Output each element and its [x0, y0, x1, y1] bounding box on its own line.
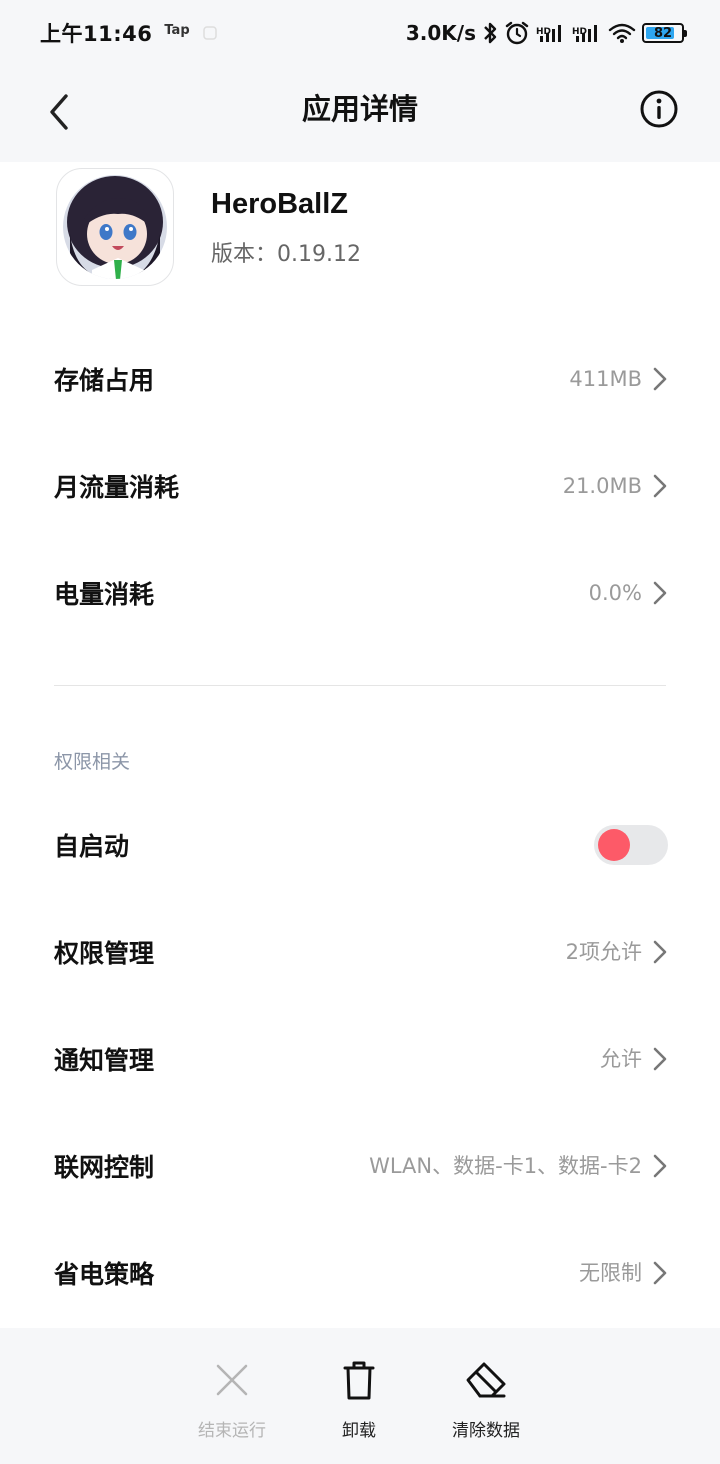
row-value: 允许 [600, 1046, 642, 1071]
chevron-right-icon [653, 1047, 667, 1070]
row-power-saving[interactable]: 省电策略 无限制 [0, 1219, 720, 1326]
status-time: 上午11:46 [40, 22, 153, 46]
battery-level: 82 [653, 25, 673, 41]
row-autostart: 自启动 [0, 791, 720, 898]
row-right: 允许 [600, 1044, 668, 1074]
row-value: 无限制 [579, 1260, 642, 1285]
row-value: WLAN、数据-卡1、数据-卡2 [369, 1153, 642, 1178]
row-value: 0.0% [588, 580, 642, 605]
row-permission-management[interactable]: 权限管理 2项允许 [0, 898, 720, 1005]
app-header: 应用详情 [0, 66, 720, 162]
bottom-action-bar: 结束运行 卸载 清除数据 [0, 1328, 720, 1464]
close-icon [208, 1356, 256, 1404]
chevron-right-icon [653, 1261, 667, 1284]
row-label: 月流量消耗 [54, 472, 180, 502]
chevron-right-icon [653, 1154, 667, 1177]
stop-label: 结束运行 [198, 1421, 266, 1441]
row-monthly-data[interactable]: 月流量消耗 21.0MB [0, 432, 720, 539]
row-label: 存储占用 [54, 365, 155, 395]
row-notification-management[interactable]: 通知管理 允许 [0, 1005, 720, 1112]
battery-indicator: 82 [642, 23, 687, 43]
trash-icon [335, 1356, 383, 1404]
chevron-right-icon [653, 367, 667, 390]
row-value: 21.0MB [562, 473, 642, 498]
status-left: 上午11:46 Tap [40, 18, 218, 48]
row-right: 411MB [569, 364, 668, 394]
bluetooth-icon [482, 21, 498, 45]
clear-data-label: 清除数据 [452, 1421, 520, 1441]
row-label: 自启动 [54, 831, 130, 861]
chevron-right-icon [653, 474, 667, 497]
wifi-icon [608, 22, 636, 44]
signal-sim2-icon: HD [572, 22, 602, 44]
row-value: 2项允许 [565, 939, 642, 964]
row-label: 联网控制 [54, 1152, 155, 1182]
chevron-right-icon [653, 940, 667, 963]
uninstall-label: 卸载 [342, 1421, 376, 1441]
row-right: 0.0% [589, 578, 668, 608]
app-version: 版本：0.19.12 [211, 242, 361, 267]
row-right: WLAN、数据-卡1、数据-卡2 [342, 1151, 668, 1181]
uninstall-button[interactable]: 卸载 [299, 1356, 419, 1441]
row-right: 21.0MB [563, 471, 668, 501]
row-network-control[interactable]: 联网控制 WLAN、数据-卡1、数据-卡2 [0, 1112, 720, 1219]
info-icon [640, 90, 678, 128]
row-storage[interactable]: 存储占用 411MB [0, 325, 720, 432]
section-title-permissions: 权限相关 [54, 751, 131, 773]
app-name: HeroBallZ [211, 188, 348, 220]
info-button[interactable] [638, 88, 680, 130]
row-label: 电量消耗 [54, 579, 155, 609]
signal-sim1-icon: HD [536, 22, 566, 44]
row-right: 2项允许 [566, 937, 668, 967]
clear-data-button[interactable]: 清除数据 [426, 1356, 546, 1441]
stop-button[interactable]: 结束运行 [172, 1356, 292, 1441]
network-speed: 3.0K/s [405, 21, 476, 45]
row-right: 无限制 [579, 1258, 668, 1288]
notification-icon [202, 25, 218, 41]
row-battery-usage[interactable]: 电量消耗 0.0% [0, 539, 720, 646]
eraser-icon [462, 1356, 510, 1404]
row-value: 411MB [569, 366, 642, 391]
status-right: 3.0K/s HD HD 82 [405, 20, 687, 46]
avatar-icon [63, 175, 167, 279]
chevron-right-icon [653, 581, 667, 604]
alarm-icon [504, 20, 530, 46]
tap-indicator: Tap [164, 22, 190, 38]
row-label: 省电策略 [54, 1259, 155, 1289]
divider [54, 685, 666, 686]
row-label: 权限管理 [54, 938, 155, 968]
status-bar: 上午11:46 Tap 3.0K/s HD HD 82 [0, 0, 720, 66]
app-icon [56, 168, 174, 286]
row-label: 通知管理 [54, 1045, 155, 1075]
toggle-knob [598, 828, 630, 861]
page-title: 应用详情 [301, 92, 418, 126]
autostart-toggle[interactable] [594, 824, 668, 865]
